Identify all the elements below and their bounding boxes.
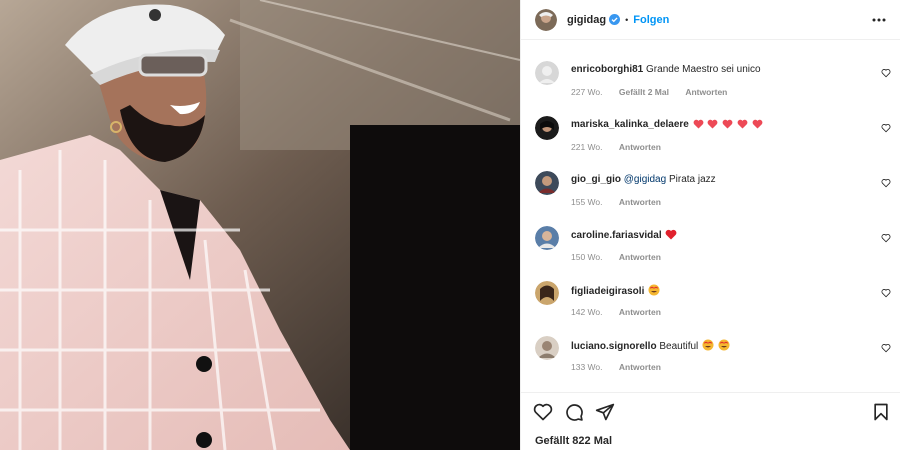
follow-button[interactable]: Folgen (633, 14, 669, 26)
heart-eyes-emoji (718, 339, 730, 351)
comment-likes[interactable]: Gefällt 2 Mal (619, 87, 669, 97)
comment-time[interactable]: 155 Wo. (571, 197, 603, 207)
comment-text: gio_gi_gio @gigidag Pirata jazz (571, 174, 716, 185)
commenter-avatar[interactable] (535, 61, 559, 85)
commenter-avatar[interactable] (535, 226, 559, 250)
comment-meta: 227 Wo. Gefällt 2 Mal Antworten (571, 87, 741, 97)
heart-red-emoji (708, 119, 718, 129)
comment-like-icon[interactable] (881, 343, 891, 353)
heart-red-emoji (752, 119, 763, 129)
comment-like-icon[interactable] (881, 178, 891, 188)
comment-time[interactable]: 133 Wo. (571, 362, 603, 372)
comment-mention[interactable]: @gigidag (624, 174, 666, 185)
comment-item: caroline.fariasvidal 150 Wo. Antworten (521, 211, 900, 266)
post-photo-illustration (0, 0, 520, 450)
verified-badge-icon (609, 14, 621, 25)
commenter-username[interactable]: enricoborghi81 (571, 64, 643, 75)
comment-meta: 221 Wo. Antworten (571, 142, 675, 152)
comment-meta: 150 Wo. Antworten (571, 252, 675, 262)
heart-red-emoji (722, 119, 733, 129)
comment-body: Grande Maestro sei unico (646, 64, 761, 75)
author-avatar[interactable] (535, 8, 557, 31)
comment-time[interactable]: 221 Wo. (571, 142, 603, 152)
post-photo[interactable] (0, 0, 520, 450)
comment-time[interactable]: 142 Wo. (571, 307, 603, 317)
commenter-username[interactable]: figliadeigirasoli (571, 286, 644, 297)
comments-list: enricoborghi81 Grande Maestro sei unico … (521, 46, 900, 376)
heart-red-emoji (737, 119, 748, 129)
comment-text: enricoborghi81 Grande Maestro sei unico (571, 64, 761, 75)
comment-like-icon[interactable] (881, 68, 891, 78)
commenter-avatar[interactable] (535, 336, 559, 360)
post-header: gigidag • Folgen (521, 0, 900, 40)
comment-meta: 155 Wo. Antworten (571, 197, 675, 207)
heart-eyes-emoji (648, 284, 660, 296)
bookmark-icon[interactable] (871, 402, 891, 422)
reply-button[interactable]: Antworten (619, 142, 661, 152)
comment-time[interactable]: 227 Wo. (571, 87, 603, 97)
comment-item: luciano.signorello Beautiful 133 Wo. Ant… (521, 321, 900, 376)
comment-item: gio_gi_gio @gigidag Pirata jazz 155 Wo. … (521, 156, 900, 211)
post-sidebar: gigidag • Folgen enricoborghi81 Grande M… (520, 0, 900, 450)
commenter-username[interactable]: caroline.fariasvidal (571, 230, 662, 241)
share-icon[interactable] (595, 402, 615, 422)
commenter-username[interactable]: gio_gi_gio (571, 174, 621, 185)
comment-text: luciano.signorello Beautiful (571, 339, 730, 352)
comment-icon[interactable] (564, 402, 584, 422)
more-options-icon[interactable] (871, 12, 887, 28)
like-heart-icon[interactable] (533, 402, 553, 422)
heart-red-emoji (665, 229, 677, 240)
post-actions: Gefällt 822 Mal (521, 392, 900, 450)
reply-button[interactable]: Antworten (619, 362, 661, 372)
comment-like-icon[interactable] (881, 123, 891, 133)
reply-button[interactable]: Antworten (619, 307, 661, 317)
comment-like-icon[interactable] (881, 288, 891, 298)
commenter-avatar[interactable] (535, 281, 559, 305)
comment-body: Pirata jazz (668, 174, 716, 185)
commenter-avatar[interactable] (535, 116, 559, 140)
commenter-username[interactable]: mariska_kalinka_delaere (571, 119, 689, 130)
comment-meta: 133 Wo. Antworten (571, 362, 675, 372)
instagram-post: gigidag • Folgen enricoborghi81 Grande M… (0, 0, 900, 450)
author-username[interactable]: gigidag (567, 14, 606, 26)
comment-item: enricoborghi81 Grande Maestro sei unico … (521, 46, 900, 101)
reply-button[interactable]: Antworten (619, 252, 661, 262)
commenter-avatar[interactable] (535, 171, 559, 195)
separator-dot: • (625, 14, 629, 25)
reply-button[interactable]: Antworten (619, 197, 661, 207)
comment-text: figliadeigirasoli (571, 284, 660, 297)
heart-eyes-emoji (702, 339, 714, 351)
comment-text: caroline.fariasvidal (571, 229, 677, 241)
comment-emojis (692, 119, 763, 130)
heart-red-emoji (693, 119, 704, 129)
comment-time[interactable]: 150 Wo. (571, 252, 603, 262)
comment-like-icon[interactable] (881, 233, 891, 243)
comment-item: mariska_kalinka_delaere 221 Wo. Antworte… (521, 101, 900, 156)
reply-button[interactable]: Antworten (685, 87, 727, 97)
comment-meta: 142 Wo. Antworten (571, 307, 675, 317)
likes-count[interactable]: Gefällt 822 Mal (535, 435, 612, 447)
comment-item: figliadeigirasoli 142 Wo. Antworten (521, 266, 900, 321)
comment-body: Beautiful (659, 341, 699, 352)
comment-text: mariska_kalinka_delaere (571, 119, 763, 130)
commenter-username[interactable]: luciano.signorello (571, 341, 657, 352)
